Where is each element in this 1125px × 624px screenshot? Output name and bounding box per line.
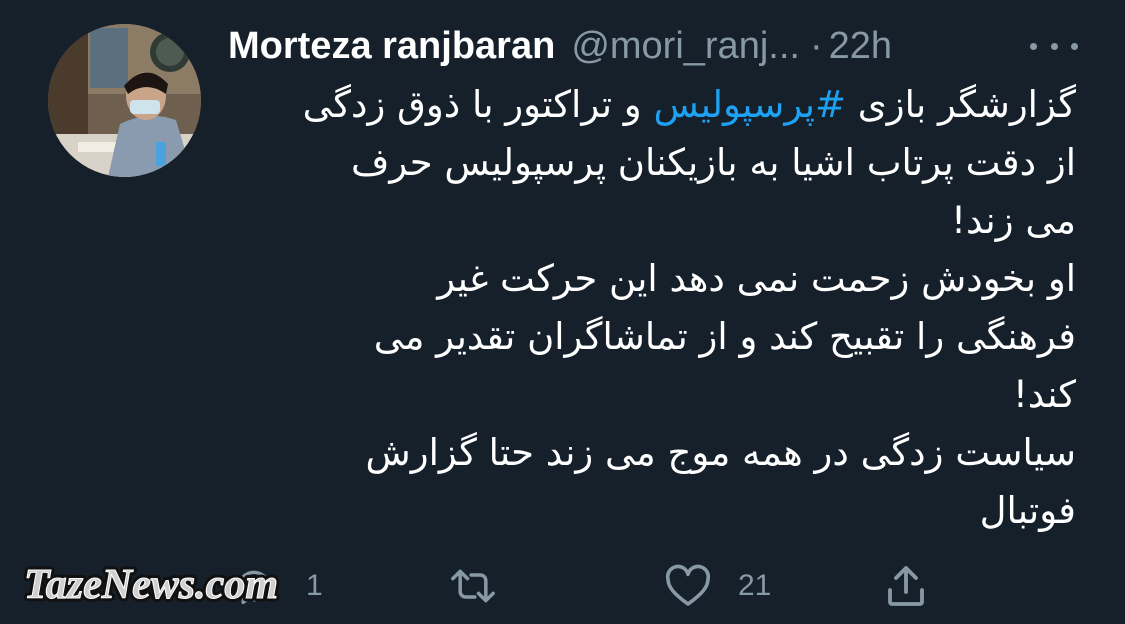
tweet-text: گزارشگر بازی #پرسپولیس و تراکتور با ذوق …	[228, 76, 1076, 540]
tweet-line-2: از دقت پرتاب اشیا به بازیکنان پرسپولیس ح…	[351, 141, 1076, 184]
tweet-line-8: فوتبال	[979, 489, 1076, 532]
tweet-timestamp[interactable]: 22h	[829, 25, 892, 68]
display-name[interactable]: Morteza ranjbaran	[228, 25, 555, 68]
like-icon	[665, 564, 711, 606]
tweet-header: Morteza ranjbaran @mori_ranj... · 22h	[228, 18, 1078, 74]
svg-text:TazeNews.com: TazeNews.com	[24, 562, 278, 608]
user-handle[interactable]: @mori_ranj...	[571, 25, 800, 68]
tweet-line-1: گزارشگر بازی #پرسپولیس و تراکتور با ذوق …	[228, 76, 1076, 134]
more-options-icon[interactable]	[1030, 28, 1078, 64]
retweet-button[interactable]	[448, 558, 524, 614]
tweet-line-1-start: گزارشگر بازی	[846, 83, 1076, 126]
tweet-line-7: سیاست زدگی در همه موج می زند حتا گزارش	[365, 431, 1076, 474]
tweet-line-3: می زند!	[951, 199, 1076, 242]
tweet-card[interactable]: Morteza ranjbaran @mori_ranj... · 22h گز…	[0, 0, 1125, 624]
tweet-line-6: کند!	[1012, 373, 1076, 416]
like-count: 21	[738, 569, 772, 602]
separator-dot: ·	[809, 24, 823, 67]
tweet-line-1-end: و تراکتور با ذوق زدگی	[302, 83, 654, 126]
share-icon	[888, 566, 924, 606]
avatar-photo	[48, 24, 201, 177]
avatar[interactable]	[48, 24, 201, 177]
tweet-line-4: او بخودش زحمت نمی دهد این حرکت غیر	[437, 257, 1076, 300]
reply-count: 1	[306, 569, 323, 602]
watermark-logo: TazeNews.com TazeNews.com	[21, 559, 282, 612]
hashtag-link[interactable]: #پرسپولیس	[653, 83, 846, 126]
like-button[interactable]: 21	[664, 558, 771, 614]
share-button[interactable]	[882, 558, 930, 614]
tweet-line-5: فرهنگی را تقبیح کند و از تماشاگران تقدیر…	[373, 315, 1076, 358]
retweet-icon	[451, 569, 495, 603]
